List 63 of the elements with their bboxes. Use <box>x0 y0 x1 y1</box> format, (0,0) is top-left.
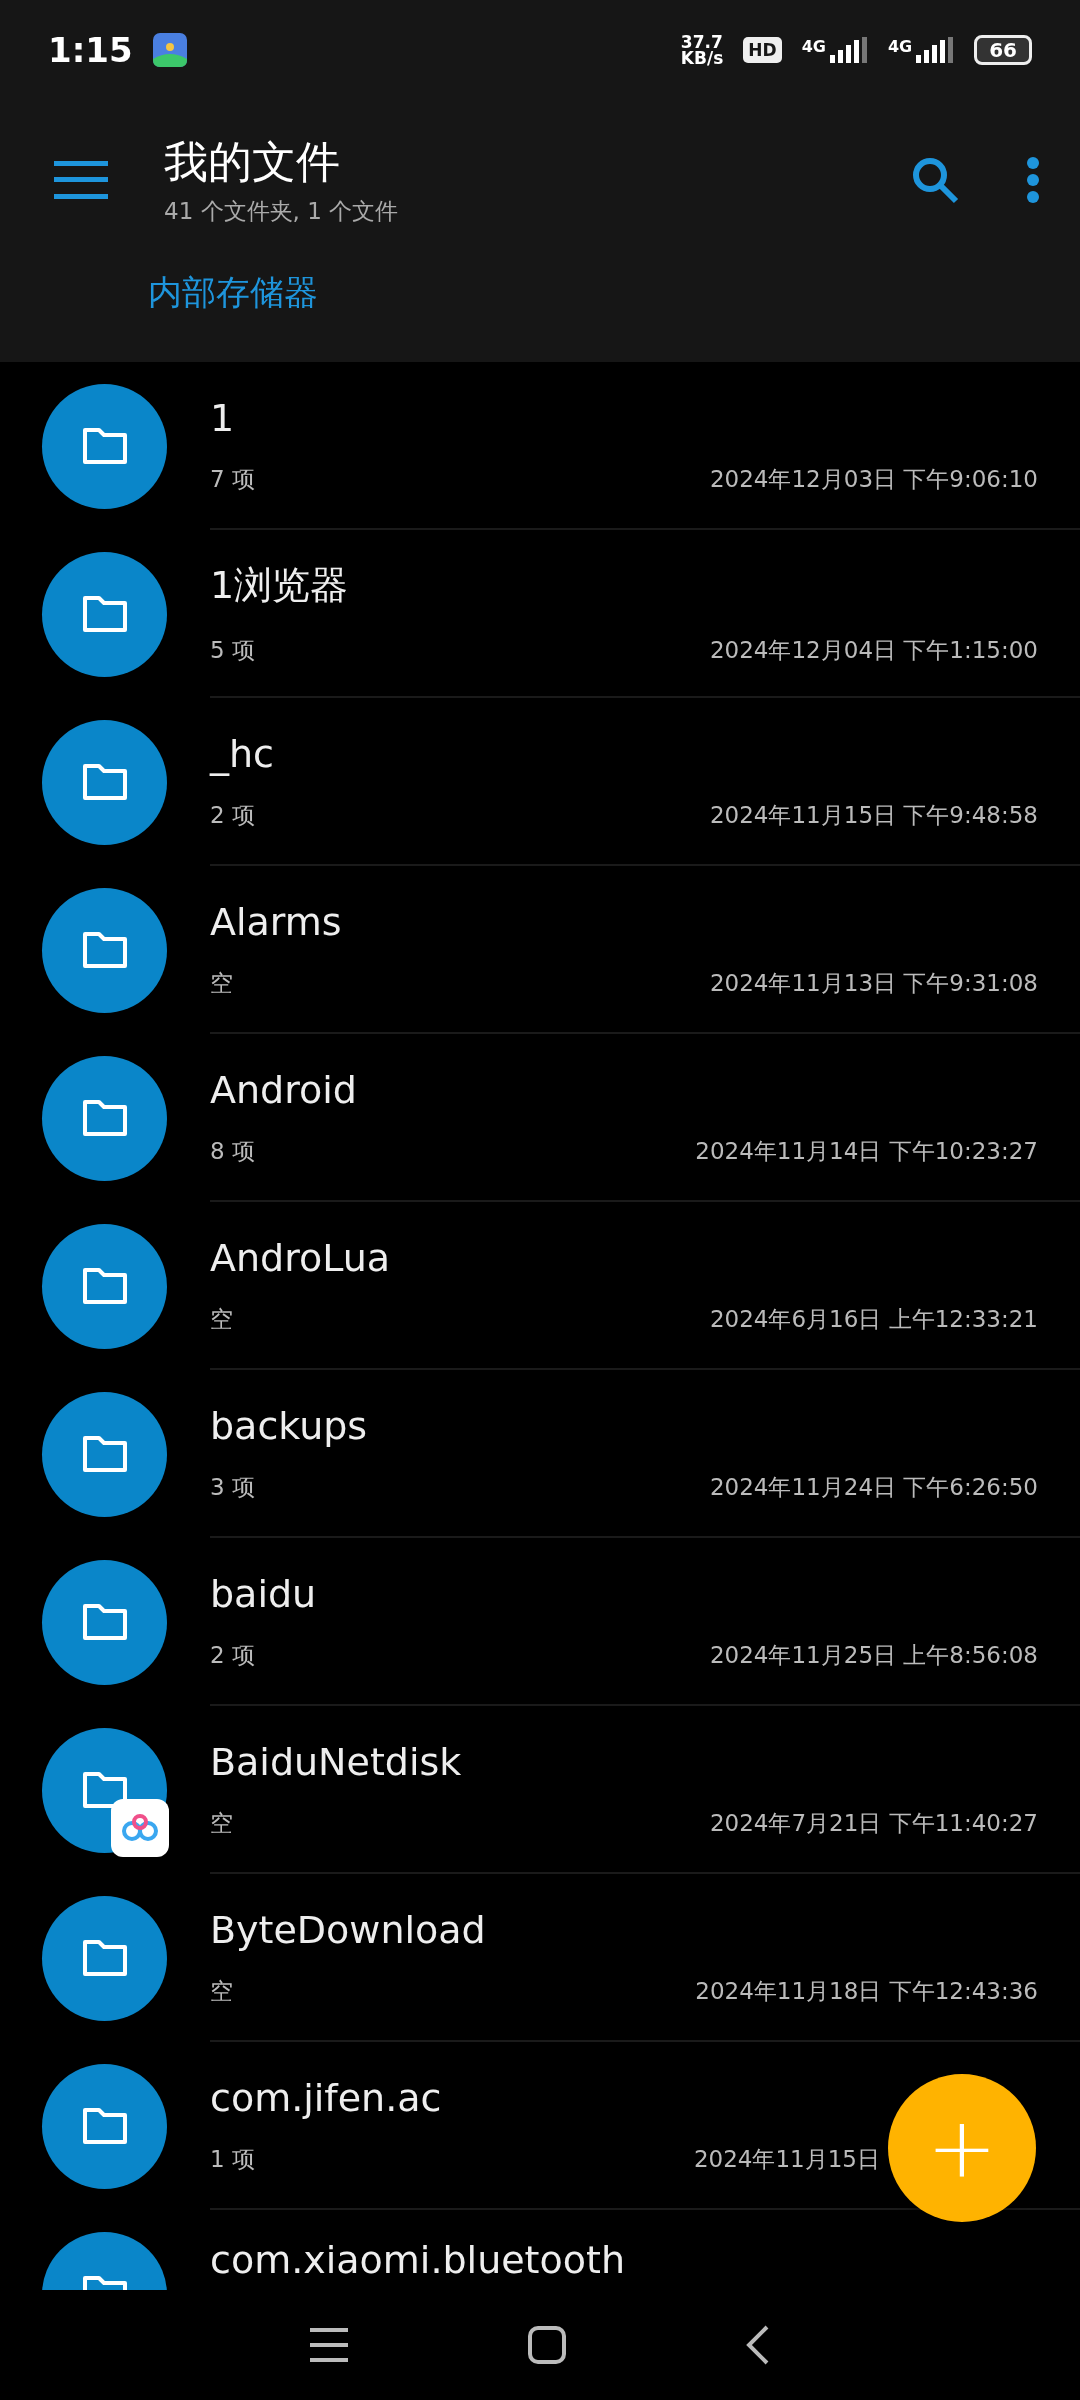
item-count: 2 项 <box>210 1640 255 1670</box>
modified-date: 2024年11月13日 下午9:31:08 <box>709 968 1038 998</box>
item-count: 空 <box>210 1976 233 2006</box>
folder-icon <box>80 426 129 466</box>
modified-date: 2024年11月15日 <box>693 2144 880 2174</box>
item-count: 2 项 <box>210 800 255 830</box>
network-type: 4G <box>801 37 826 56</box>
folder-name: Android <box>210 1067 358 1112</box>
folder-name: com.jifen.ac <box>210 2075 443 2120</box>
search-icon <box>910 155 960 205</box>
folder-summary: 41 个文件夹, 1 个文件 <box>164 197 400 226</box>
folder-name: Alarms <box>210 899 343 944</box>
gallery-app-icon <box>152 33 187 67</box>
folder-icon <box>80 1938 129 1978</box>
item-count: 空 <box>210 1808 233 1838</box>
item-count: 1 项 <box>210 2144 255 2174</box>
page-title: 我的文件 <box>164 135 341 189</box>
folder-name: AndroLua <box>210 1235 392 1280</box>
folder-icon <box>80 1434 129 1474</box>
modified-date: 2024年12月03日 下午9:06:10 <box>709 464 1038 494</box>
folder-name: backups <box>210 1403 369 1448</box>
modified-date: 2024年11月15日 下午9:48:58 <box>709 800 1038 830</box>
more-icon <box>1026 157 1040 203</box>
folder-name: baidu <box>210 1571 318 1616</box>
battery-indicator: 66 <box>974 35 1032 65</box>
hd-voice-badge: HD <box>743 37 782 63</box>
folder-icon <box>80 1770 129 1810</box>
item-count: 3 项 <box>210 1472 255 1502</box>
folder-name: com.xiaomi.bluetooth <box>210 2238 626 2282</box>
folder-icon <box>80 762 129 802</box>
folder-name: 1 <box>210 395 236 440</box>
modified-date: 2024年11月18日 下午12:43:36 <box>695 1976 1038 2006</box>
modified-date: 2024年11月24日 下午6:26:50 <box>709 1472 1038 1502</box>
modified-date: 2024年11月25日 上午8:56:08 <box>709 1640 1038 1670</box>
item-count: 空 <box>210 1304 233 1334</box>
menu-icon <box>54 161 108 199</box>
back-icon[interactable] <box>746 2325 770 2365</box>
network-speed: 37.7 KB/s <box>680 33 724 67</box>
status-time: 1:15 <box>48 30 133 70</box>
folder-icon <box>80 1098 129 1138</box>
folder-icon <box>80 2106 129 2146</box>
folder-icon <box>80 594 129 634</box>
modified-date: 2024年7月21日 下午11:40:27 <box>709 1808 1038 1838</box>
modified-date: 2024年6月16日 上午12:33:21 <box>709 1304 1038 1334</box>
item-count: 空 <box>210 968 233 998</box>
folder-name: BaiduNetdisk <box>210 1739 463 1784</box>
signal-icon <box>914 37 955 63</box>
signal-icon <box>827 37 868 63</box>
item-count: 7 项 <box>210 464 255 494</box>
folder-icon <box>80 1602 129 1642</box>
folder-icon <box>80 930 129 970</box>
recents-icon[interactable] <box>310 2328 348 2362</box>
modified-date: 2024年11月14日 下午10:23:27 <box>695 1136 1038 1166</box>
folder-name: ByteDownload <box>210 1907 487 1952</box>
home-icon[interactable] <box>528 2326 566 2364</box>
folder-name: _hc <box>210 731 275 776</box>
item-count: 8 项 <box>210 1136 255 1166</box>
item-count: 5 项 <box>210 636 255 665</box>
folder-name: 1浏览器 <box>210 562 350 609</box>
network-type: 4G <box>887 37 913 56</box>
breadcrumb-link[interactable]: 内部存储器 <box>148 270 318 316</box>
folder-icon <box>80 1266 129 1306</box>
modified-date: 2024年12月04日 下午1:15:00 <box>709 636 1038 665</box>
